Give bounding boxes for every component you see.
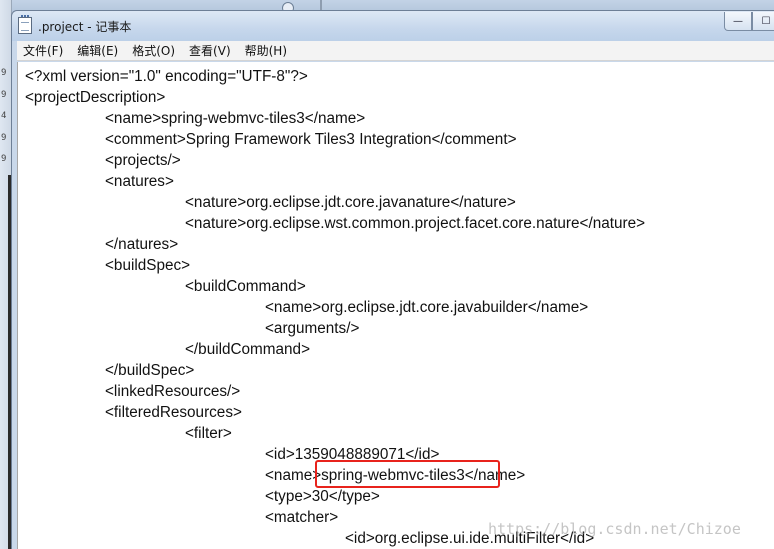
menu-help[interactable]: 帮助(H)	[245, 42, 287, 59]
background-digit: 9	[1, 68, 7, 78]
background-digit: 9	[1, 133, 7, 143]
editor-line: </buildCommand>	[185, 341, 310, 358]
editor-line: <buildSpec>	[105, 257, 191, 274]
editor-line: <name>spring-webmvc-tiles3</name>	[105, 110, 366, 127]
editor-line: <filteredResources>	[105, 404, 242, 421]
editor-line: <projects/>	[105, 152, 181, 169]
editor-line: <natures>	[105, 173, 174, 190]
menu-file[interactable]: 文件(F)	[23, 42, 63, 59]
editor-line: <name>org.eclipse.jdt.core.javabuilder</…	[265, 299, 589, 316]
editor-line: <filter>	[185, 425, 232, 442]
editor-line: </natures>	[105, 236, 179, 253]
editor-line: <nature>org.eclipse.wst.common.project.f…	[185, 215, 646, 232]
editor-line: <type>30</type>	[265, 488, 380, 505]
editor-line: <?xml version="1.0" encoding="UTF-8"?>	[25, 68, 308, 85]
menu-bar: 文件(F) 编辑(E) 格式(O) 查看(V) 帮助(H)	[17, 41, 774, 61]
notepad-window: .project - 记事本 — ☐ 文件(F) 编辑(E) 格式(O) 查看(…	[11, 10, 774, 549]
editor-line: <buildCommand>	[185, 278, 306, 295]
menu-format[interactable]: 格式(O)	[132, 42, 175, 59]
editor-line: <nature>org.eclipse.jdt.core.javanature<…	[185, 194, 516, 211]
title-bar[interactable]: .project - 记事本 — ☐	[12, 11, 774, 41]
editor-line: <arguments/>	[265, 320, 360, 337]
background-digit: 9	[1, 154, 7, 164]
editor-line: </buildSpec>	[105, 362, 195, 379]
editor-line: <projectDescription>	[25, 89, 166, 106]
maximize-button[interactable]: ☐	[752, 12, 774, 31]
watermark: https://blog.csdn.net/Chizoe	[488, 520, 741, 538]
menu-view[interactable]: 查看(V)	[189, 42, 231, 59]
editor-line: <comment>Spring Framework Tiles3 Integra…	[105, 131, 517, 148]
text-editor[interactable]: <?xml version="1.0" encoding="UTF-8"?> <p…	[17, 62, 774, 549]
background-digit: 4	[1, 111, 7, 121]
editor-line: <linkedResources/>	[105, 383, 241, 400]
background-digit: 9	[1, 90, 7, 100]
notepad-icon[interactable]	[18, 15, 32, 34]
window-controls: — ☐	[724, 12, 774, 32]
menu-edit[interactable]: 编辑(E)	[77, 42, 118, 59]
window-title: .project - 记事本	[38, 20, 132, 34]
minimize-button[interactable]: —	[724, 12, 752, 31]
highlight-annotation	[315, 460, 500, 488]
editor-line: <matcher>	[265, 509, 339, 526]
